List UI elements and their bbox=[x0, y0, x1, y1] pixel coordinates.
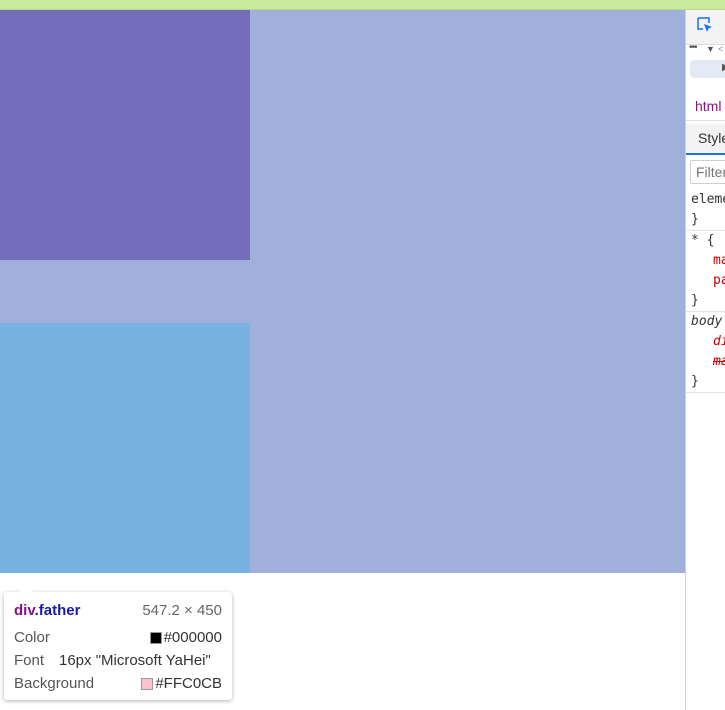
prop-display[interactable]: display bbox=[691, 332, 725, 352]
tooltip-color-label: Color bbox=[14, 629, 50, 646]
back-chevron-icon[interactable]: < bbox=[718, 44, 723, 54]
more-options-icon[interactable]: ••• bbox=[689, 42, 697, 53]
dropdown-arrow-icon[interactable]: ▼ bbox=[706, 44, 715, 54]
tooltip-tag: div bbox=[14, 602, 35, 619]
devtools-subtoolbar: ••• ▼ < bbox=[686, 42, 725, 56]
filter-row bbox=[686, 156, 725, 188]
page-viewport: div.father 547.2 × 450 Color #000000 Fon… bbox=[0, 10, 685, 710]
tooltip-class: .father bbox=[34, 602, 81, 619]
top-highlight-strip bbox=[0, 0, 725, 10]
devtools-toolbar bbox=[686, 10, 725, 45]
styles-tabs: Styles bbox=[686, 124, 725, 155]
rule-body[interactable]: body { display margin } bbox=[686, 312, 725, 393]
background-swatch bbox=[141, 678, 154, 690]
color-swatch bbox=[149, 632, 162, 644]
filter-input[interactable] bbox=[690, 160, 725, 184]
child-box-top[interactable] bbox=[0, 10, 250, 260]
inspect-tooltip: div.father 547.2 × 450 Color #000000 Fon… bbox=[4, 585, 232, 700]
prop-margin-overridden[interactable]: margin bbox=[691, 352, 725, 372]
tooltip-background-row: Background #FFC0CB bbox=[14, 674, 222, 694]
rule-element-style[interactable]: element.style { } bbox=[686, 190, 725, 231]
active-tab-underline bbox=[686, 153, 725, 155]
tooltip-background-value: #FFC0CB bbox=[155, 675, 222, 692]
tooltip-size: 547.2 × 450 bbox=[142, 602, 222, 619]
devtools-tabs-row: ▶ bbox=[686, 58, 725, 88]
active-tab-pill[interactable] bbox=[690, 60, 725, 78]
prop-margin[interactable]: margin bbox=[691, 251, 725, 271]
tooltip-font-label: Font bbox=[14, 652, 45, 669]
tooltip-header: div.father 547.2 × 450 bbox=[14, 601, 222, 621]
child-box-bottom[interactable] bbox=[0, 323, 250, 573]
tooltip-color-row: Color #000000 bbox=[14, 628, 222, 648]
breadcrumb: html bbox=[686, 90, 725, 121]
element-picker-icon[interactable] bbox=[697, 17, 713, 33]
tooltip-font-value: 16px "Microsoft YaHei" bbox=[59, 652, 211, 669]
rule-universal[interactable]: * { margin padding } bbox=[686, 231, 725, 312]
breadcrumb-html[interactable]: html bbox=[695, 98, 721, 114]
tooltip-color-value: #000000 bbox=[163, 629, 222, 646]
styles-rules: element.style { } * { margin padding } b… bbox=[686, 190, 725, 393]
prop-padding[interactable]: padding bbox=[691, 271, 725, 291]
tooltip-arrow bbox=[19, 585, 33, 592]
tooltip-font-row: Font 16px "Microsoft YaHei" bbox=[14, 651, 222, 671]
father-div-highlight[interactable] bbox=[0, 10, 685, 573]
tooltip-background-label: Background bbox=[14, 675, 95, 692]
devtools-panel: ••• ▼ < ▶ html Styles element.style { } … bbox=[685, 10, 725, 710]
tab-styles[interactable]: Styles bbox=[698, 130, 725, 146]
